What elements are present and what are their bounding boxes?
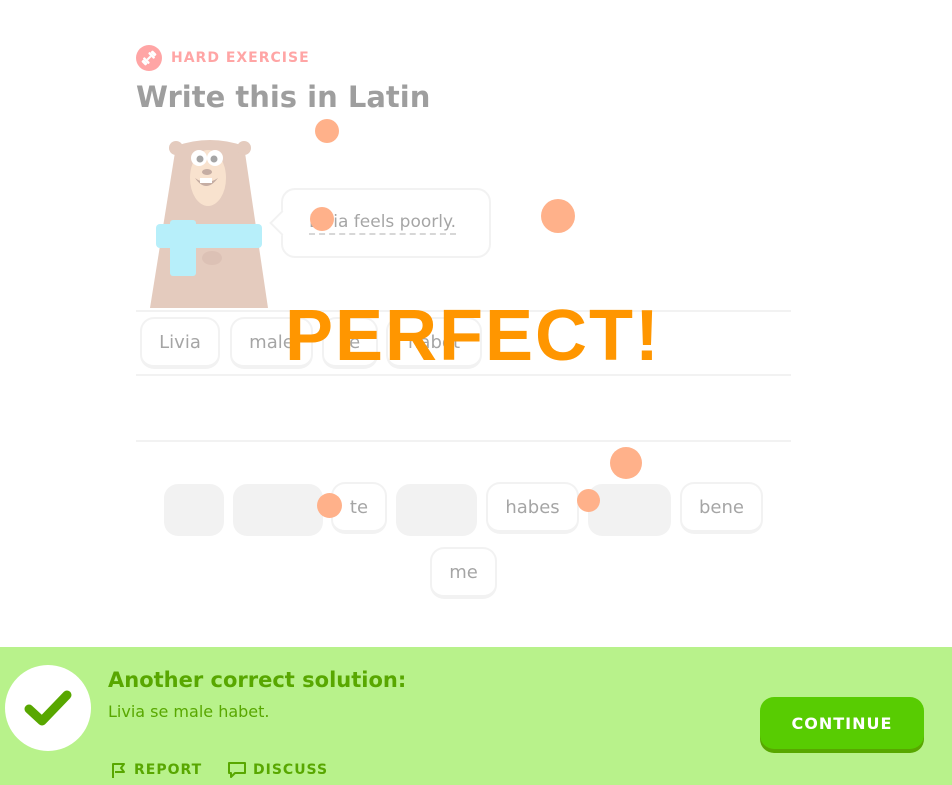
page-title: Write this in Latin xyxy=(136,80,431,114)
speech-bubble-icon xyxy=(228,762,246,778)
perfect-banner: PERFECT! xyxy=(285,296,661,376)
report-button[interactable]: REPORT xyxy=(110,761,202,779)
correct-badge xyxy=(5,665,91,751)
answer-line xyxy=(136,440,791,442)
continue-button[interactable]: CONTINUE xyxy=(760,697,924,749)
speech-bubble-tail xyxy=(269,210,295,236)
dumbbell-icon xyxy=(136,45,162,71)
confetti-dot xyxy=(541,199,575,233)
feedback-footer: Another correct solution: Livia se male … xyxy=(0,647,952,785)
report-label: REPORT xyxy=(134,762,203,778)
confetti-dot xyxy=(610,447,642,479)
word-bank-chip-bene[interactable]: bene xyxy=(680,482,763,534)
word-bank-slot-empty xyxy=(233,484,323,536)
confetti-dot xyxy=(577,489,600,512)
answer-chip-livia[interactable]: Livia xyxy=(140,317,220,369)
word-bank-slot-empty xyxy=(164,484,224,536)
discuss-button[interactable]: DISCUSS xyxy=(227,761,328,779)
solution-text: Livia se male habet. xyxy=(108,702,270,721)
word-bank-slot-empty xyxy=(396,484,477,536)
bear-character-illustration xyxy=(150,140,268,308)
discuss-label: DISCUSS xyxy=(253,762,329,778)
confetti-dot xyxy=(310,207,334,231)
tag-label: HARD EXERCISE xyxy=(171,50,310,66)
solution-title: Another correct solution: xyxy=(108,668,407,692)
word-bank-chip-habes[interactable]: habes xyxy=(486,482,579,534)
confetti-dot xyxy=(317,493,342,518)
word-bank-slot-empty xyxy=(588,484,671,536)
confetti-dot xyxy=(315,119,339,143)
flag-icon xyxy=(112,763,125,778)
hard-exercise-tag: HARD EXERCISE xyxy=(136,45,310,71)
word-bank-chip-me[interactable]: me xyxy=(430,547,497,599)
checkmark-icon xyxy=(24,690,72,726)
